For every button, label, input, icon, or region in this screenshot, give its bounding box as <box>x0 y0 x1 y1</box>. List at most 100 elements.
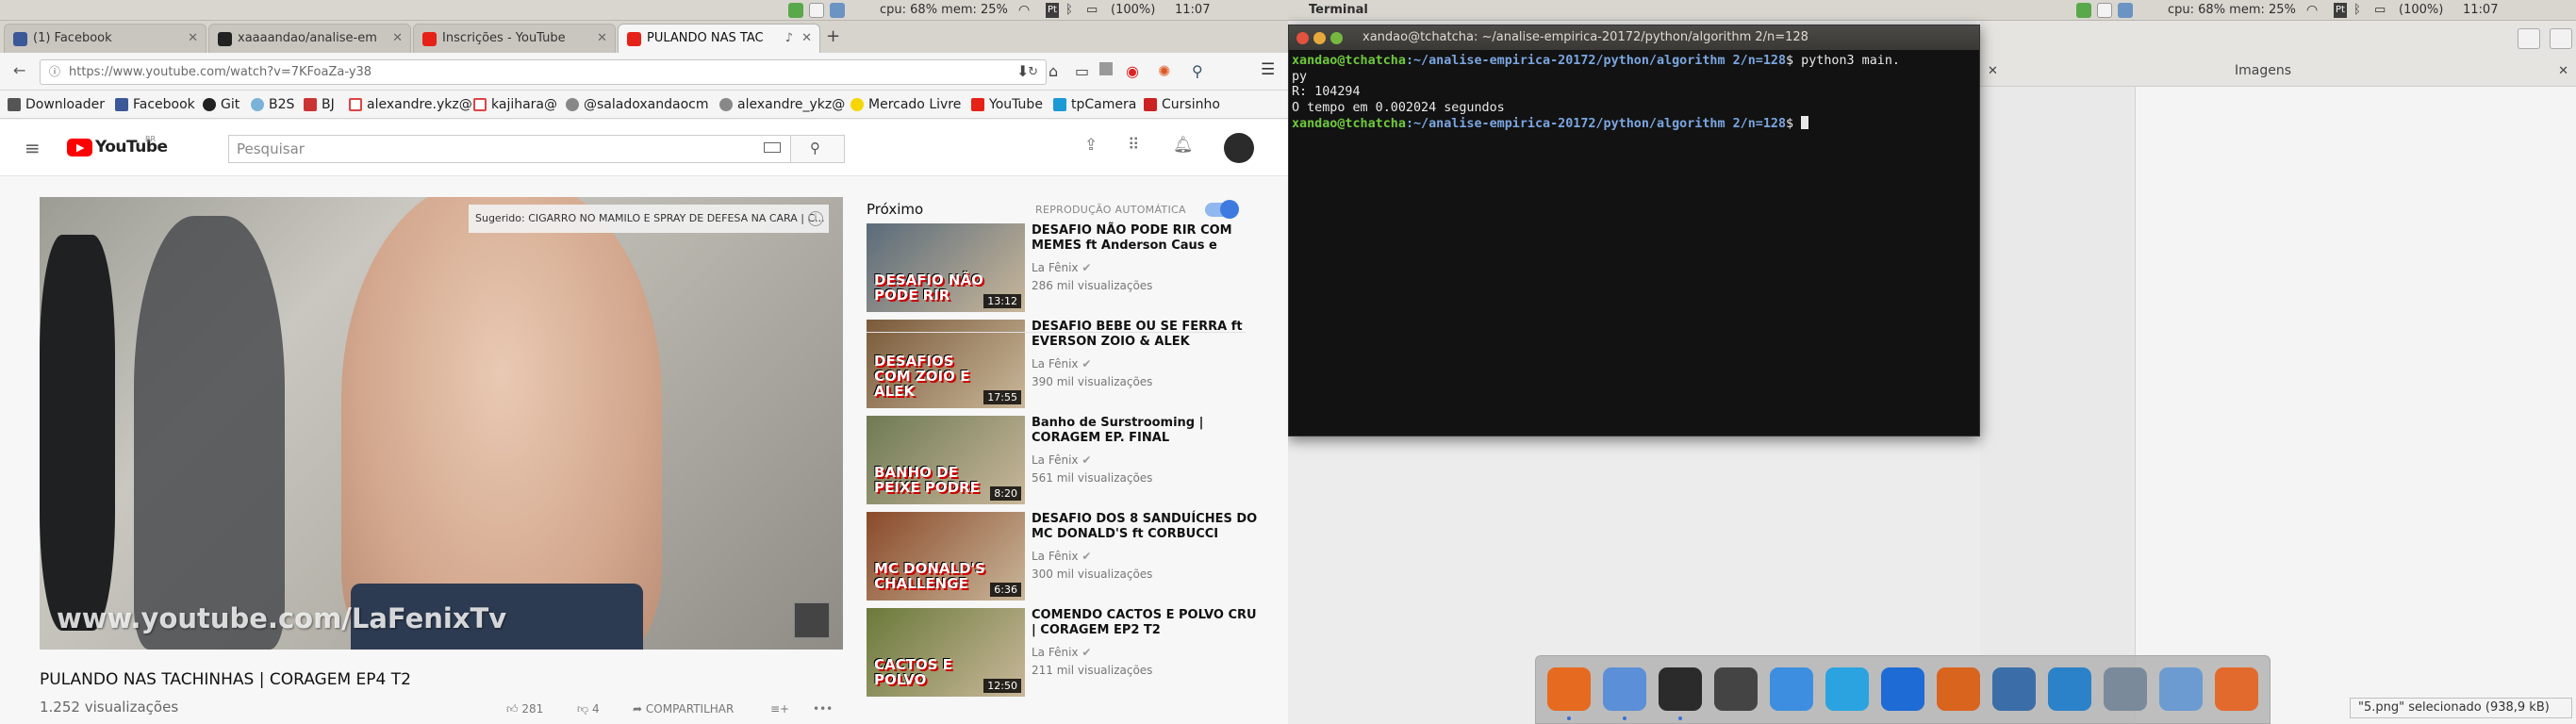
video-thumbnail[interactable]: DESAFIOS COM ZOIO E ALEK 17:55 <box>867 320 1025 408</box>
video-player[interactable]: Sugerido: CIGARRO NO MAMILO E SPRAY DE D… <box>40 197 843 650</box>
video-thumbnail[interactable]: DESAFIO NÃO PODE RIR 13:12 <box>867 223 1025 312</box>
sysinfo-text[interactable]: cpu: 68% mem: 25% <box>880 3 1008 18</box>
audio-icon[interactable]: ♪ <box>785 25 793 53</box>
firefox-icon[interactable] <box>1547 667 1591 711</box>
extension-icon[interactable]: ✺ <box>1158 62 1170 80</box>
screenshot-icon[interactable] <box>2104 667 2147 711</box>
bookmark[interactable]: Facebook <box>115 95 195 114</box>
tab-github[interactable]: xaaaandao/analise-em ✕ <box>208 24 411 53</box>
add-to-playlist-button[interactable]: ≡+ <box>770 702 789 716</box>
terminal-window[interactable]: xandao@tchatcha: ~/analise-empirica-2017… <box>1288 25 1980 436</box>
virtualbox-icon[interactable] <box>2159 667 2203 711</box>
updates-icon[interactable] <box>2118 3 2133 18</box>
apps-grid-icon[interactable]: ⠿ <box>1128 136 1139 155</box>
network-icon[interactable] <box>2215 667 2258 711</box>
more-actions-icon[interactable]: ••• <box>813 702 833 716</box>
suggested-video-card[interactable]: Sugerido: CIGARRO NO MAMILO E SPRAY DE D… <box>469 205 829 233</box>
mail-icon[interactable] <box>809 3 824 18</box>
postgresql-icon[interactable] <box>1992 667 2036 711</box>
recommended-title[interactable]: DESAFIO DOS 8 SANDUÍCHES DO MC DONALD'S … <box>1032 512 1258 542</box>
adblock-icon[interactable]: ◉ <box>1126 62 1139 80</box>
bookmark[interactable]: Mercado Livre <box>850 95 961 114</box>
tab-youtube-subs[interactable]: Inscrições - YouTube ✕ <box>413 24 616 53</box>
tab-video[interactable]: PULANDO NAS TAC ♪ ✕ <box>618 24 820 53</box>
clock[interactable]: 11:07 <box>2463 3 2498 18</box>
channel-branding-icon[interactable] <box>794 602 830 638</box>
bookmark[interactable]: Git <box>203 95 239 114</box>
pt-keyboard-icon[interactable]: Pt <box>1046 3 1059 18</box>
dislike-button[interactable]: 👎︎ 4 <box>577 702 600 716</box>
share-button[interactable]: ➦ COMPARTILHAR <box>633 702 734 716</box>
search-button[interactable]: ⚲ <box>791 135 845 163</box>
channel-name[interactable]: La Fênix ✔ <box>1032 646 1091 659</box>
bookmark[interactable]: alexandre.ykz@ <box>349 95 472 114</box>
bookmark[interactable]: BJ <box>304 95 335 114</box>
like-button[interactable]: 👍︎ 281 <box>506 702 543 716</box>
bluetooth-icon[interactable]: ᛒ <box>1065 3 1073 18</box>
shield-check-icon[interactable] <box>2076 3 2091 18</box>
recommended-title[interactable]: DESAFIO NÃO PODE RIR COM MEMES ft Anders… <box>1032 223 1258 254</box>
battery-icon[interactable]: ▭ <box>1086 3 1098 18</box>
menu-icon[interactable]: ☰ <box>1261 60 1275 79</box>
youtube-logo-icon[interactable]: ▶ <box>67 139 92 156</box>
close-window-icon[interactable] <box>1296 32 1309 44</box>
battery-icon[interactable]: ▭ <box>2374 3 2386 18</box>
close-tab-icon[interactable]: ✕ <box>188 25 198 53</box>
code-editor-icon[interactable] <box>1714 667 1758 711</box>
keyboard-icon[interactable] <box>764 142 781 153</box>
url-bar[interactable]: ⓘ https://www.youtube.com/watch?v=7KFoaZ… <box>40 59 1047 85</box>
bookmark[interactable]: Cursinho <box>1144 95 1220 114</box>
recommended-video[interactable]: MC DONALD'S CHALLENGE 6:36 DESAFIO DOS 8 S… <box>867 512 1263 601</box>
notifications-bell-icon[interactable]: 🔔︎ <box>1173 136 1194 155</box>
terminal-output[interactable]: xandao@tchatcha:~/analise-empirica-20172… <box>1289 50 1979 137</box>
recommended-video[interactable]: CACTOS E POLVO 12:50 COMENDO CACTOS E POLV… <box>867 608 1263 697</box>
bluetooth-icon[interactable]: ᛒ <box>2353 3 2361 18</box>
recommended-video[interactable]: DESAFIOS COM ZOIO E ALEK 17:55 DESAFIO BEB… <box>867 320 1263 408</box>
info-icon[interactable]: ⓘ <box>49 60 60 84</box>
terminal-titlebar[interactable]: xandao@tchatcha: ~/analise-empirica-2017… <box>1289 25 1979 50</box>
reload-icon[interactable]: ↻ <box>1028 60 1038 84</box>
finder-icon[interactable] <box>1603 667 1646 711</box>
extension-icon[interactable] <box>1099 62 1113 75</box>
minimize-window-icon[interactable] <box>1313 32 1326 44</box>
clock[interactable]: 11:07 <box>1175 3 1210 18</box>
channel-name[interactable]: La Fênix ✔ <box>1032 261 1091 274</box>
channel-name[interactable]: La Fênix ✔ <box>1032 453 1091 467</box>
recommended-title[interactable]: DESAFIO BEBE OU SE FERRA ft EVERSON ZOIO… <box>1032 320 1258 350</box>
close-tab-icon[interactable]: ✕ <box>597 25 607 53</box>
video-thumbnail[interactable]: CACTOS E POLVO 12:50 <box>867 608 1025 697</box>
teamviewer-icon[interactable] <box>1881 667 1924 711</box>
video-thumbnail[interactable]: BANHO DE PEIXE PODRE 8:20 <box>867 416 1025 504</box>
maximize-window-icon[interactable] <box>1330 32 1343 44</box>
search-input[interactable]: Pesquisar <box>228 135 791 163</box>
bookmark[interactable]: kajihara@ <box>473 95 557 114</box>
close-tab-icon[interactable]: ✕ <box>2558 64 2568 78</box>
wifi-icon[interactable]: ◠ <box>2306 3 2318 18</box>
bookmark[interactable]: tpCamera <box>1053 95 1136 114</box>
upload-icon[interactable]: ⇪ <box>1084 136 1098 155</box>
hamburger-menu-icon[interactable]: ≡ <box>25 137 41 159</box>
mail-icon[interactable] <box>2097 3 2112 18</box>
recommended-video[interactable]: DESAFIO NÃO PODE RIR 13:12 DESAFIO NÃO POD… <box>867 223 1263 312</box>
recommended-title[interactable]: Banho de Surstrooming | CORAGEM EP. FINA… <box>1032 416 1258 446</box>
view-grid-icon[interactable] <box>2550 28 2572 49</box>
bookmark[interactable]: YouTube <box>971 95 1043 114</box>
matlab-icon[interactable] <box>1937 667 1980 711</box>
dropbox-icon[interactable] <box>1770 667 1813 711</box>
recommended-title[interactable]: COMENDO CACTOS E POLVO CRU | CORAGEM EP2… <box>1032 608 1258 638</box>
video-thumbnail[interactable]: MC DONALD'S CHALLENGE 6:36 <box>867 512 1025 601</box>
channel-name[interactable]: La Fênix ✔ <box>1032 357 1091 370</box>
channel-name[interactable]: La Fênix ✔ <box>1032 550 1091 563</box>
bookmark[interactable]: alexandre_ykz@ <box>719 95 845 114</box>
close-tab-icon[interactable]: ✕ <box>392 25 403 53</box>
files-tab-title[interactable]: Imagens <box>2235 63 2291 78</box>
tree-icon[interactable]: ⚲ <box>1192 62 1203 80</box>
wifi-icon[interactable]: ◠ <box>1018 3 1030 18</box>
avatar[interactable] <box>1224 133 1254 163</box>
close-tab-icon[interactable]: ✕ <box>1988 64 1998 78</box>
bookmark[interactable]: Downloader <box>8 95 105 114</box>
close-tab-icon[interactable]: ✕ <box>801 25 812 53</box>
updates-icon[interactable] <box>830 3 845 18</box>
back-button[interactable]: ← <box>13 61 25 79</box>
bookmark[interactable]: @saladoxandaocm <box>566 95 708 114</box>
